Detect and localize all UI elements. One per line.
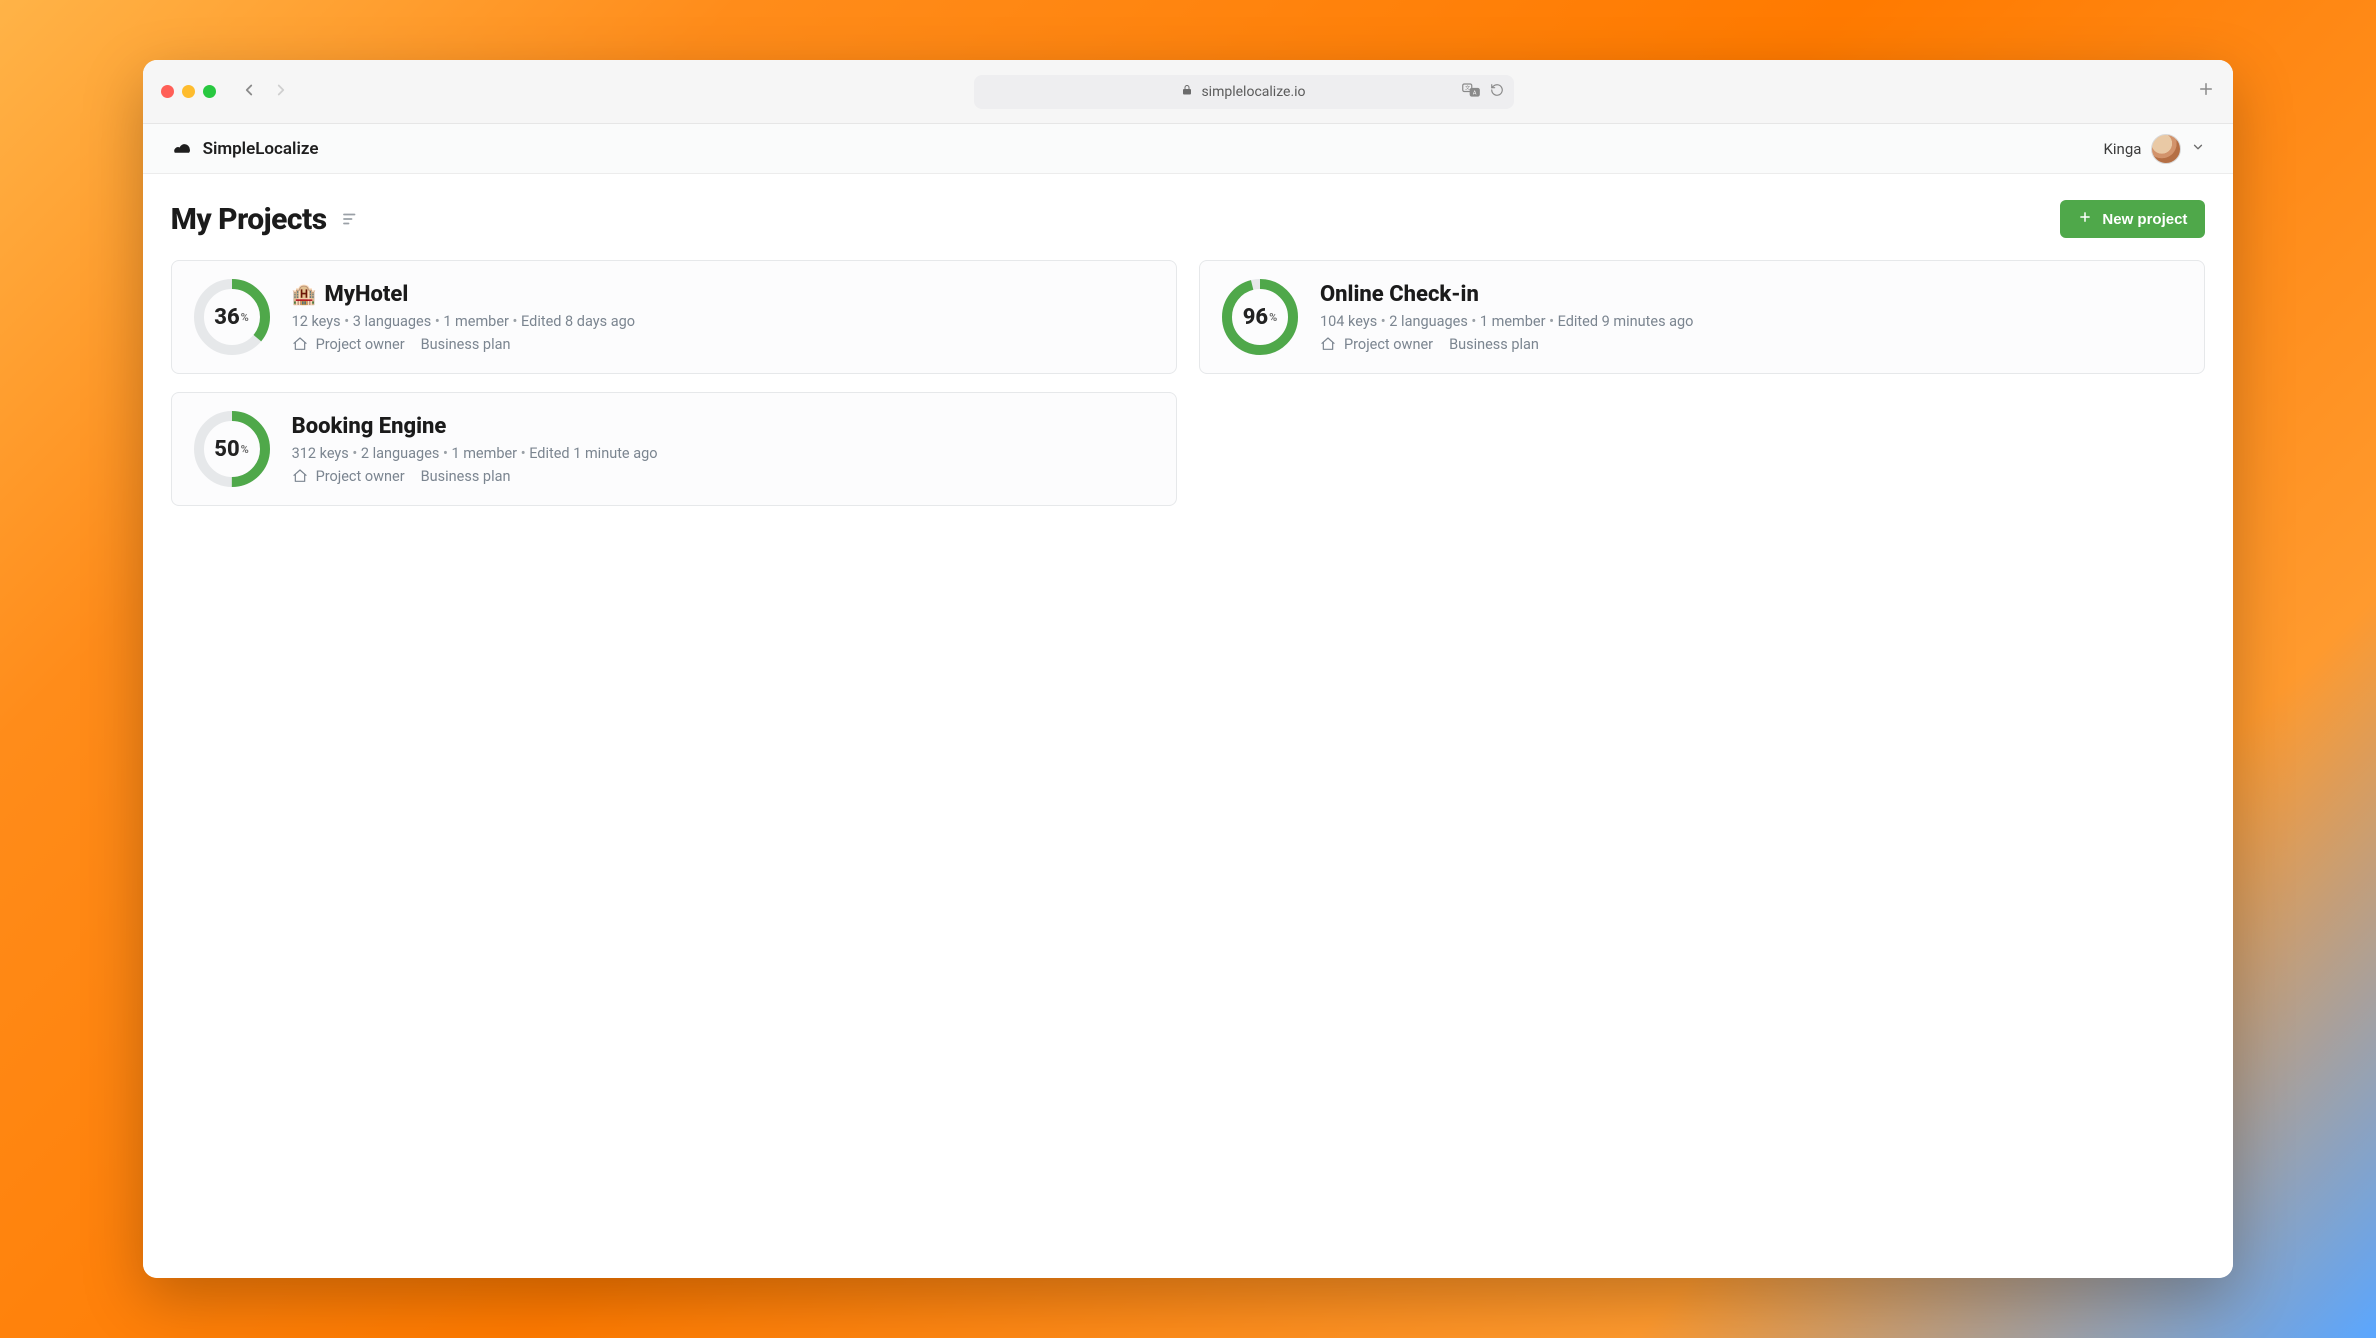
project-sub: Project ownerBusiness plan — [292, 468, 658, 485]
project-emoji: 🏨 — [292, 282, 317, 306]
project-card[interactable]: 50% Booking Engine 312 keys2 languages1 … — [171, 392, 1177, 506]
avatar — [2151, 134, 2181, 164]
brand-logo-icon — [171, 141, 193, 157]
sort-icon[interactable] — [341, 210, 359, 228]
home-icon — [292, 336, 308, 352]
app-header: SimpleLocalize Kinga — [143, 124, 2234, 174]
project-name: Online Check-in — [1320, 282, 1479, 307]
svg-text:A: A — [1472, 90, 1476, 96]
user-menu[interactable]: Kinga — [2104, 134, 2206, 164]
chevron-down-icon — [2191, 140, 2205, 158]
forward-button[interactable] — [272, 80, 290, 104]
progress-ring: 96% — [1220, 277, 1300, 357]
project-meta: 12 keys3 languages1 memberEdited 8 days … — [292, 313, 635, 330]
title-row: My Projects New project — [171, 200, 2206, 238]
browser-toolbar: simplelocalize.io 文A — [143, 60, 2234, 124]
project-sub: Project ownerBusiness plan — [1320, 336, 1693, 353]
address-text: simplelocalize.io — [1201, 84, 1305, 100]
translate-icon[interactable]: 文A — [1462, 83, 1480, 101]
project-card[interactable]: 36% 🏨 MyHotel 12 keys3 languages1 member… — [171, 260, 1177, 374]
nav-arrows — [240, 80, 290, 104]
project-name: MyHotel — [324, 282, 408, 307]
lock-icon — [1181, 84, 1193, 99]
progress-percent: 50 — [214, 437, 239, 462]
window-controls — [161, 85, 216, 98]
browser-window: simplelocalize.io 文A SimpleLocalize King… — [143, 60, 2234, 1278]
page-title: My Projects — [171, 202, 327, 237]
project-name: Booking Engine — [292, 414, 447, 439]
project-card[interactable]: 96% Online Check-in 104 keys2 languages1… — [1199, 260, 2205, 374]
page-content: My Projects New project — [143, 174, 2234, 1278]
projects-grid: 36% 🏨 MyHotel 12 keys3 languages1 member… — [171, 260, 2206, 506]
home-icon — [1320, 336, 1336, 352]
back-button[interactable] — [240, 80, 258, 104]
home-icon — [292, 468, 308, 484]
plus-icon — [2078, 210, 2092, 228]
new-project-button[interactable]: New project — [2060, 200, 2205, 238]
project-meta: 312 keys2 languages1 memberEdited 1 minu… — [292, 445, 658, 462]
address-right-icons: 文A — [1462, 83, 1504, 101]
new-project-label: New project — [2102, 211, 2187, 228]
progress-ring: 50% — [192, 409, 272, 489]
project-meta: 104 keys2 languages1 memberEdited 9 minu… — [1320, 313, 1693, 330]
reload-icon[interactable] — [1490, 83, 1504, 101]
brand[interactable]: SimpleLocalize — [171, 139, 319, 159]
progress-ring: 36% — [192, 277, 272, 357]
progress-percent: 96 — [1243, 305, 1268, 330]
maximize-window-button[interactable] — [203, 85, 216, 98]
close-window-button[interactable] — [161, 85, 174, 98]
progress-percent: 36 — [214, 305, 239, 330]
new-tab-button[interactable] — [2197, 79, 2215, 104]
minimize-window-button[interactable] — [182, 85, 195, 98]
user-name: Kinga — [2104, 140, 2142, 158]
address-bar[interactable]: simplelocalize.io 文A — [974, 75, 1514, 109]
project-sub: Project ownerBusiness plan — [292, 336, 635, 353]
brand-name: SimpleLocalize — [203, 139, 319, 159]
